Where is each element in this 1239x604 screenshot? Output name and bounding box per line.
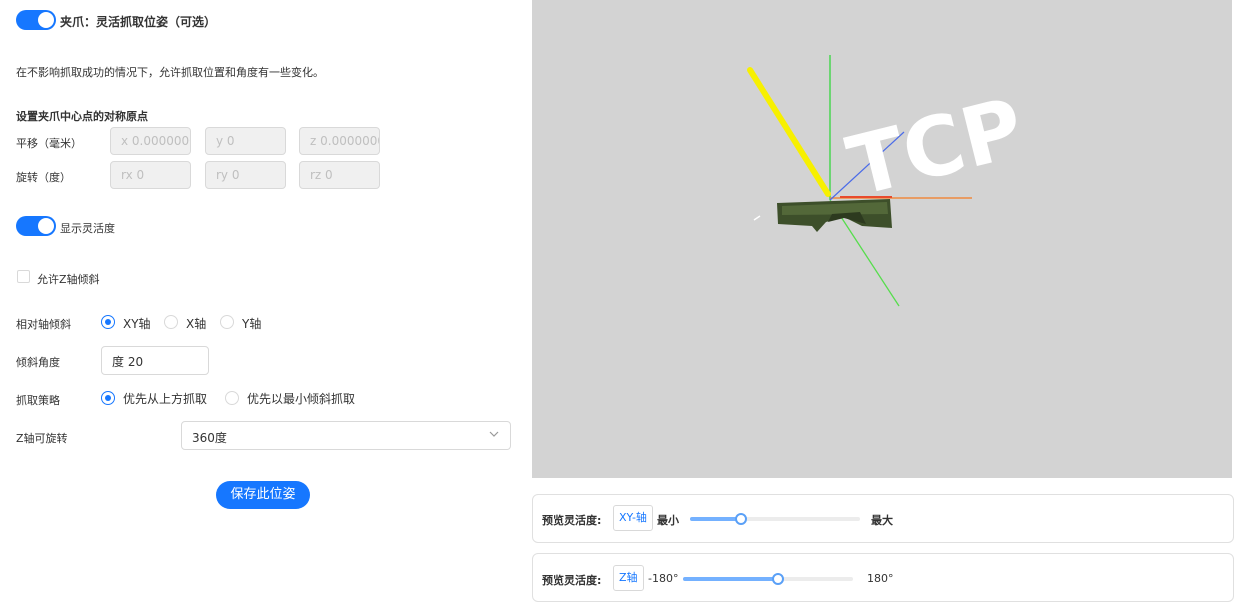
tcp-label: TCP <box>839 81 1033 216</box>
small-marker <box>753 215 761 221</box>
z-rotate-label: Z轴可旋转 <box>16 432 68 445</box>
preview-z-min: -180° <box>648 572 679 585</box>
gripper-approach-line <box>747 67 831 197</box>
rx-value: rx 0 <box>121 168 145 182</box>
preview-xy-slider-fill <box>690 517 741 521</box>
tilt-angle-label: 倾斜角度 <box>16 356 60 369</box>
rz-value: rz 0 <box>310 168 333 182</box>
radio-min-tilt-grasp-label: 优先以最小倾斜抓取 <box>247 392 356 406</box>
preview-z-slider-track[interactable] <box>683 577 853 581</box>
show-flex-toggle[interactable] <box>16 216 56 236</box>
preview-xy-card: 预览灵活度: XY-轴 最小 最大 <box>532 494 1234 543</box>
z-rotate-select[interactable]: 360度 <box>181 421 511 450</box>
z-value: z 0.00000000 <box>310 134 379 148</box>
radio-y-axis-label: Y轴 <box>242 317 262 331</box>
save-pose-button[interactable]: 保存此位姿 <box>216 481 310 509</box>
radio-top-grasp[interactable] <box>101 391 115 405</box>
ry-input[interactable]: ry 0 <box>205 161 286 189</box>
tilt-angle-value: 度 20 <box>112 355 144 369</box>
chevron-down-icon <box>488 428 500 443</box>
preview-xy-min: 最小 <box>657 514 679 527</box>
z-rotate-value: 360度 <box>192 431 227 445</box>
rotate-label: 旋转（度） <box>16 171 71 184</box>
rx-input[interactable]: rx 0 <box>110 161 191 189</box>
preview-z-max: 180° <box>867 572 894 585</box>
3d-viewport[interactable]: TCP <box>532 0 1232 478</box>
radio-top-grasp-label: 优先从上方抓取 <box>123 392 208 406</box>
radio-min-tilt-grasp[interactable] <box>225 391 239 405</box>
toggle-knob <box>38 12 54 28</box>
show-flex-label: 显示灵活度 <box>60 222 115 235</box>
radio-x-axis[interactable] <box>164 315 178 329</box>
preview-xy-tag[interactable]: XY-轴 <box>613 505 653 531</box>
gripper-toggle[interactable] <box>16 10 56 30</box>
relative-axis-label: 相对轴倾斜 <box>16 318 71 331</box>
tilt-angle-input[interactable]: 度 20 <box>101 346 209 375</box>
allow-z-tilt-checkbox[interactable] <box>17 270 30 283</box>
translate-label: 平移（毫米） <box>16 137 82 150</box>
rz-input[interactable]: rz 0 <box>299 161 380 189</box>
y-value: y 0 <box>216 134 235 148</box>
allow-z-tilt-label: 允许Z轴倾斜 <box>37 273 100 286</box>
y-input[interactable]: y 0 <box>205 127 286 155</box>
toggle-knob <box>38 218 54 234</box>
preview-xy-max: 最大 <box>871 514 893 527</box>
gripper-title: 夹爪：灵活抓取位姿（可选） <box>60 15 217 29</box>
preview-z-tag[interactable]: Z轴 <box>613 565 644 591</box>
x-value: x 0.00000000 <box>121 134 190 148</box>
preview-z-slider-thumb[interactable] <box>772 573 785 585</box>
gripper-description: 在不影响抓取成功的情况下，允许抓取位置和角度有一些变化。 <box>16 66 324 79</box>
preview-xy-slider-thumb[interactable] <box>735 513 747 525</box>
settings-panel: 夹爪：灵活抓取位姿（可选） 在不影响抓取成功的情况下，允许抓取位置和角度有一些变… <box>0 0 530 604</box>
preview-z-slider-fill <box>683 577 779 581</box>
radio-xy-axis-label: XY轴 <box>123 317 151 331</box>
strategy-label: 抓取策略 <box>16 394 60 407</box>
preview-z-label: 预览灵活度: <box>542 574 602 587</box>
radio-xy-axis[interactable] <box>101 315 115 329</box>
origin-heading: 设置夹爪中心点的对称原点 <box>16 110 148 123</box>
preview-xy-slider-track[interactable] <box>690 517 860 521</box>
preview-xy-label: 预览灵活度: <box>542 514 602 527</box>
radio-x-axis-label: X轴 <box>186 317 207 331</box>
radio-y-axis[interactable] <box>220 315 234 329</box>
preview-z-card: 预览灵活度: Z轴 -180° 180° <box>532 553 1234 602</box>
x-input[interactable]: x 0.00000000 <box>110 127 191 155</box>
scene-canvas: TCP <box>747 55 1033 307</box>
ry-value: ry 0 <box>216 168 240 182</box>
z-input[interactable]: z 0.00000000 <box>299 127 380 155</box>
